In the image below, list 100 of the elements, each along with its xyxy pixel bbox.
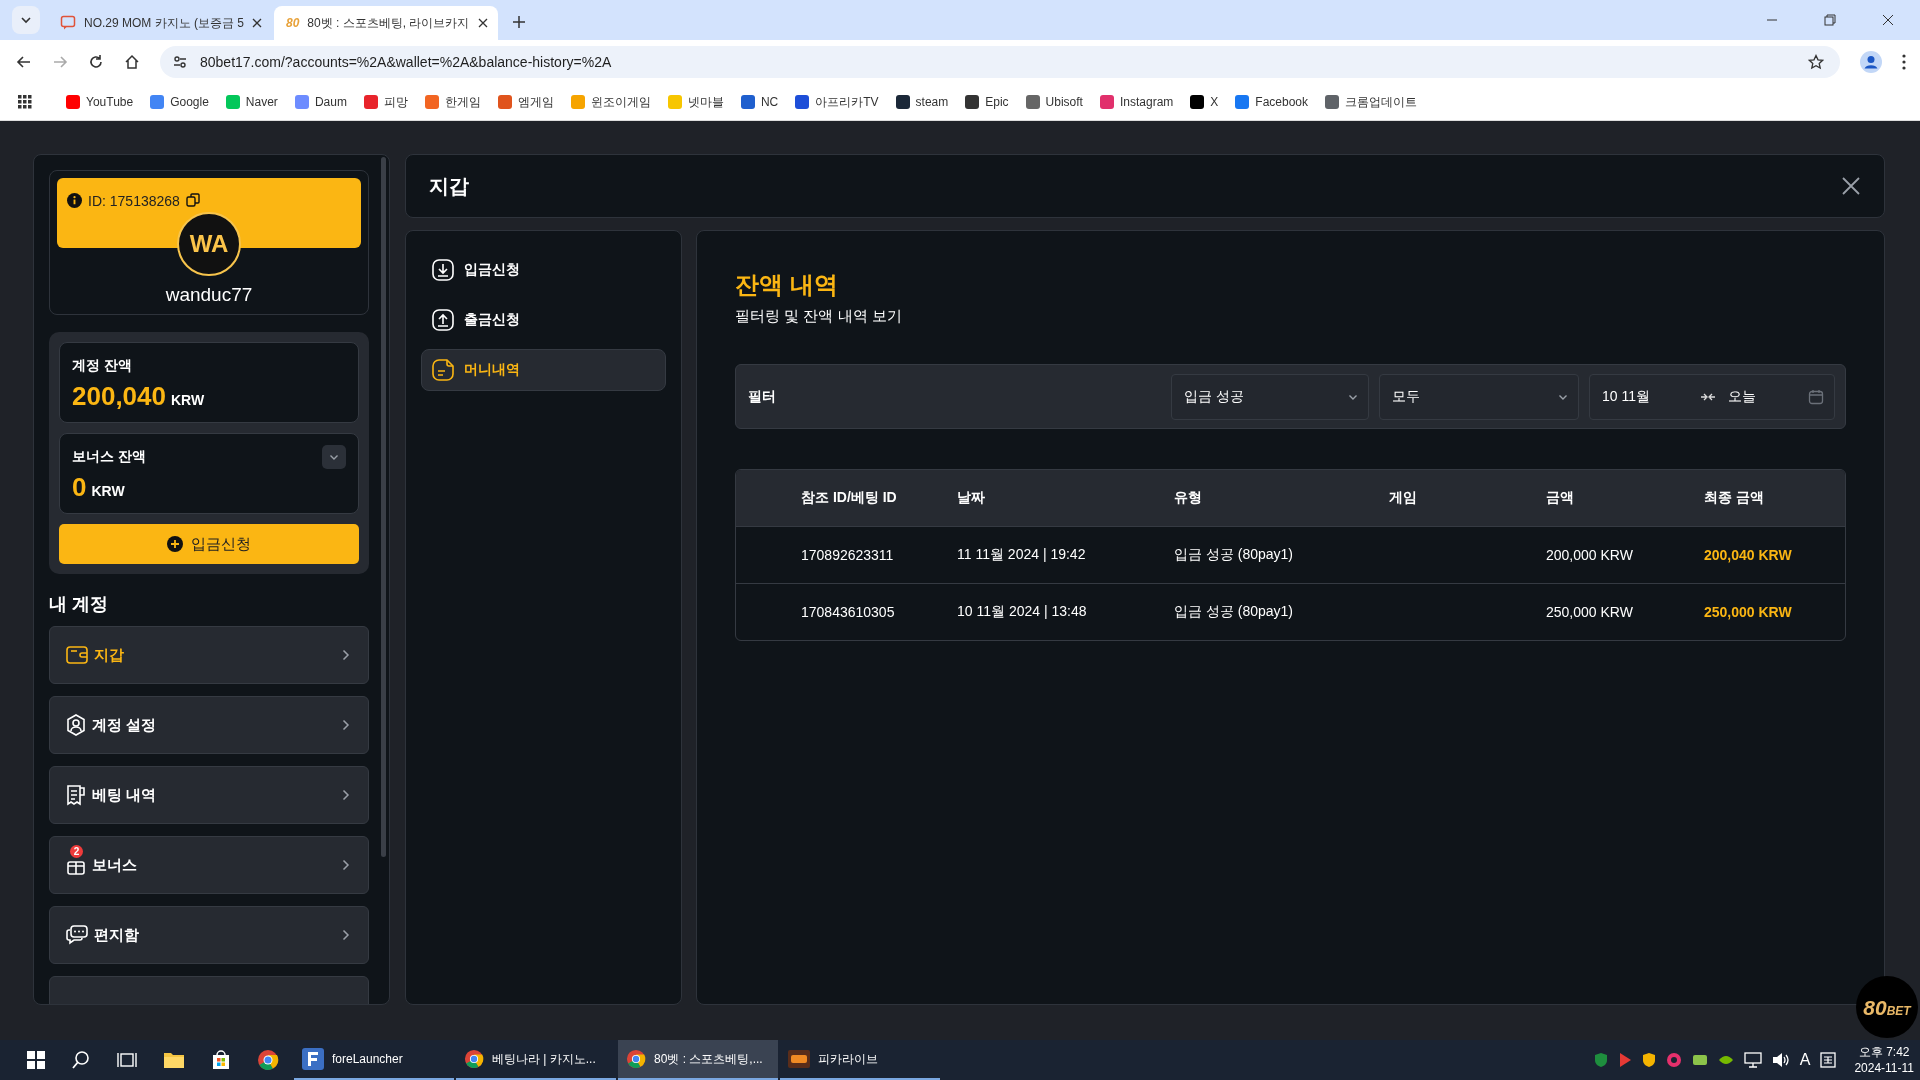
table-cell-text: 170843610305	[801, 604, 896, 620]
table-cell-text: 200,040 KRW	[1704, 547, 1793, 563]
bookmark[interactable]: NC	[740, 95, 779, 109]
expand-button[interactable]	[322, 445, 346, 469]
tab-search-button[interactable]	[12, 6, 40, 34]
app-icon	[302, 1048, 324, 1070]
filter-label: 필터	[748, 387, 776, 406]
page-heading: 잔액 내역	[735, 270, 839, 300]
bookmark[interactable]: 한게임	[424, 93, 481, 111]
balance-amount: 0	[72, 472, 87, 503]
table-cell-text: 11 11월 2024 | 19:42	[957, 546, 1087, 564]
date-range-field[interactable]: 10 11월 오늘	[1589, 373, 1835, 420]
menu-item[interactable]: 2 보너스	[49, 836, 369, 894]
new-tab-icon[interactable]	[512, 15, 526, 29]
column-header: 게임	[1389, 489, 1418, 507]
bookmark[interactable]: YouTube	[66, 95, 134, 109]
bookmark[interactable]: 엠게임	[497, 93, 554, 111]
column-header: 날짜	[957, 489, 986, 507]
close-icon[interactable]	[478, 18, 488, 28]
taskbar-app[interactable]: foreLauncher	[294, 1040, 454, 1080]
notification-badge: 2	[70, 845, 83, 858]
bookmark[interactable]: Facebook	[1235, 95, 1309, 109]
bookmark[interactable]: Ubisoft	[1025, 95, 1083, 109]
speaker-icon[interactable]	[1771, 1052, 1790, 1068]
network-icon[interactable]	[1743, 1052, 1762, 1068]
windows-start-icon[interactable]	[27, 1051, 45, 1069]
close-icon[interactable]	[252, 18, 262, 28]
bookmark[interactable]: X	[1190, 95, 1219, 109]
menu-item[interactable]: 지갑	[49, 626, 369, 684]
menu-item[interactable]: 편지함	[49, 906, 369, 964]
bookmark[interactable]: 크롬업데이트	[1325, 93, 1418, 111]
site-logo[interactable]: 80BET	[1856, 976, 1918, 1038]
tab-title: 80벳 : 스포츠베팅, 라이브카지	[307, 14, 470, 32]
shield-icon[interactable]	[1641, 1052, 1656, 1068]
task-view-icon[interactable]	[117, 1051, 137, 1069]
status-dropdown[interactable]: 입금 성공	[1171, 373, 1369, 420]
chevron-right-icon	[342, 859, 350, 871]
nav-item[interactable]: 입금신청	[421, 249, 666, 291]
close-icon[interactable]	[1842, 177, 1860, 195]
keyboard-icon[interactable]	[1820, 1052, 1837, 1068]
taskbar-app[interactable]: 80벳 : 스포츠베팅,...	[618, 1040, 778, 1080]
bookmark[interactable]: Daum	[294, 95, 347, 109]
deposit-button[interactable]: 입금신청	[59, 524, 359, 564]
back-icon[interactable]	[16, 54, 32, 70]
restore-icon[interactable]	[1824, 14, 1836, 26]
bookmark[interactable]: Instagram	[1099, 95, 1174, 109]
chevron-right-icon	[342, 789, 350, 801]
profile-icon[interactable]	[1860, 51, 1882, 73]
tab-favicon: 80	[286, 16, 300, 30]
menu-label: 베팅 내역	[92, 785, 158, 805]
browser-tab[interactable]: 80 80벳 : 스포츠베팅, 라이브카지	[274, 6, 498, 40]
home-icon[interactable]	[124, 54, 140, 70]
search-icon[interactable]	[71, 1050, 91, 1070]
play-icon[interactable]	[1617, 1052, 1632, 1068]
store-icon[interactable]	[211, 1050, 231, 1070]
bookmark[interactable]: 윈조이게임	[570, 93, 651, 111]
bookmark[interactable]: Google	[150, 95, 209, 109]
bookmark[interactable]: Naver	[225, 95, 278, 109]
type-dropdown[interactable]: 모두	[1379, 373, 1579, 420]
table-cell-text: 250,000 KRW	[1546, 604, 1634, 620]
clock[interactable]: 오후 7:42 2024-11-11	[1854, 1044, 1914, 1076]
bookmark[interactable]: steam	[895, 95, 949, 109]
avatar: WA	[177, 212, 241, 276]
upload-icon	[432, 309, 454, 331]
copy-icon[interactable]	[185, 193, 200, 207]
reload-icon[interactable]	[88, 54, 104, 70]
nav-item[interactable]: 출금신청	[421, 299, 666, 341]
menu-item[interactable]: 베팅 내역	[49, 766, 369, 824]
bookmark[interactable]: 피망	[363, 93, 408, 111]
menu-item[interactable]: 계정 설정	[49, 696, 369, 754]
scrollbar[interactable]	[381, 157, 386, 857]
shield-icon[interactable]	[1593, 1052, 1608, 1068]
bookmark[interactable]: 아프리카TV	[795, 93, 879, 111]
eye-icon[interactable]	[1717, 1054, 1734, 1066]
table-cell-text: 200,000 KRW	[1546, 547, 1634, 563]
star-icon[interactable]	[1808, 54, 1824, 70]
nav-item[interactable]: 머니내역	[421, 349, 666, 391]
browser-icon[interactable]	[257, 1049, 279, 1071]
address-bar[interactable]: 80bet17.com/?accounts=%2A&wallet=%2A&balance-history=%2A	[160, 46, 1840, 78]
browser-tab[interactable]: NO.29 MOM 카지노 (보증금 5	[48, 6, 272, 40]
more-icon[interactable]	[1902, 54, 1906, 70]
bookmark[interactable]: 넷마블	[667, 93, 724, 111]
folder-icon[interactable]	[163, 1051, 185, 1069]
column-header: 최종 금액	[1704, 489, 1765, 507]
balance-label: 계정 잔액	[72, 357, 132, 375]
input-method-indicator[interactable]: A	[1799, 1051, 1811, 1069]
site-settings-icon[interactable]	[172, 54, 188, 70]
calendar-icon	[1808, 388, 1824, 405]
apps-grid-icon[interactable]	[18, 95, 32, 109]
download-icon	[432, 259, 454, 281]
table-cell-text: 입금 성공 (80pay1)	[1174, 546, 1295, 564]
plus-icon	[167, 536, 183, 552]
close-icon[interactable]	[1882, 14, 1894, 26]
taskbar-app[interactable]: 피카라이브	[780, 1040, 940, 1080]
taskbar-app[interactable]: 베팅나라 | 카지노...	[456, 1040, 616, 1080]
document-icon	[432, 359, 454, 381]
bookmark[interactable]: Epic	[965, 95, 1009, 109]
browser-icon	[464, 1049, 484, 1069]
currency-label: KRW	[91, 483, 125, 499]
balance-amount: 200,040	[72, 381, 166, 412]
